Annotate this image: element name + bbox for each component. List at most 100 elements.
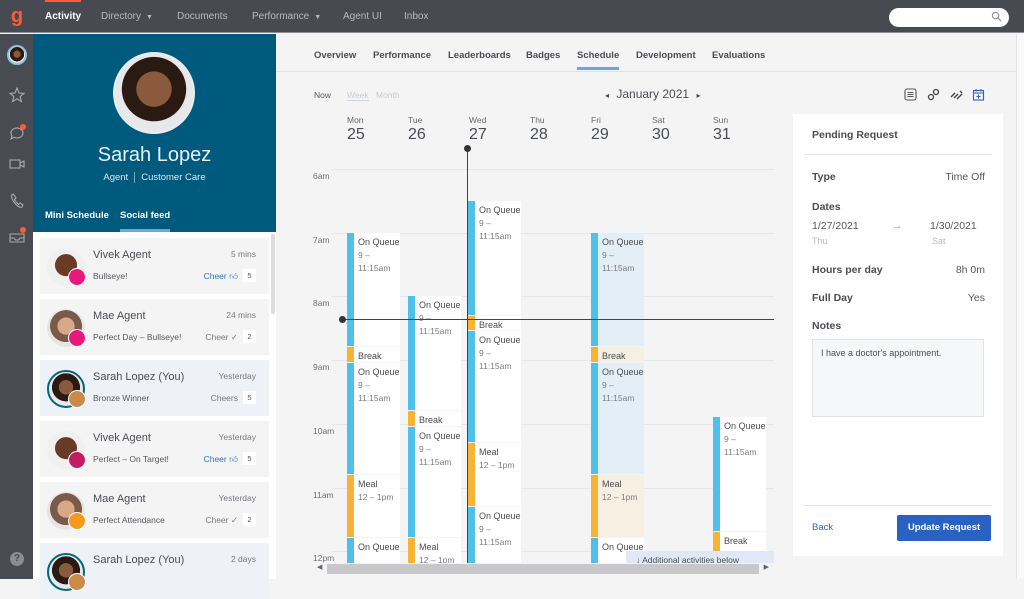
month-view-button[interactable]: Month — [376, 90, 400, 100]
start-day: Thu — [812, 236, 828, 246]
tab-mini-schedule[interactable]: Mini Schedule — [45, 210, 109, 221]
arrow-icon: → — [892, 220, 903, 232]
day-header[interactable]: Sun 31 — [713, 115, 753, 144]
hours-label: Hours per day — [812, 264, 883, 276]
search-input[interactable] — [889, 8, 1009, 27]
hour-label: 10am — [313, 425, 335, 436]
tab-overview[interactable]: Overview — [314, 50, 356, 61]
tab-schedule[interactable]: Schedule — [577, 50, 620, 70]
nav-documents[interactable]: Documents — [177, 0, 228, 33]
notes-field[interactable]: I have a doctor's appointment. — [812, 339, 984, 417]
on-queue-activity[interactable]: On Queue 9 – 11:15am — [408, 296, 461, 411]
on-queue-activity[interactable]: On Queue 9 – 11:15am — [468, 200, 521, 315]
video-icon[interactable] — [8, 155, 26, 173]
cheer-button[interactable]: Cheer 👍︎ — [204, 271, 238, 282]
activity-title: Break — [358, 351, 382, 362]
feed-item[interactable]: Sarah Lopez (You) 2 days — [40, 543, 269, 599]
day-header[interactable]: Fri 29 — [591, 115, 631, 144]
activity-title: On Queue — [479, 335, 521, 346]
meal-activity[interactable]: Meal 12 – 1pm — [347, 474, 400, 538]
on-queue-activity[interactable]: On Queue 9 – 11:15am — [591, 232, 644, 347]
tab-social-feed[interactable]: Social feed — [120, 210, 171, 232]
help-icon[interactable]: ? — [10, 552, 24, 566]
activity-time: 9 – 11:15am — [602, 380, 635, 404]
meal-activity[interactable]: Meal 12 – 1pm — [468, 442, 521, 506]
day-header[interactable]: Thu 28 — [530, 115, 570, 144]
day-header[interactable]: Sat 30 — [652, 115, 692, 144]
cheer-button[interactable]: Cheer 👍︎ — [204, 454, 238, 465]
on-queue-activity[interactable]: On Queue 9 – 11:15am — [347, 363, 400, 474]
nav-label: Documents — [177, 11, 228, 22]
star-icon[interactable] — [8, 86, 26, 104]
activity-color-bar — [347, 538, 354, 565]
month-label: January 2021 — [616, 87, 690, 101]
nav-inbox[interactable]: Inbox — [404, 0, 428, 33]
left-rail: ? — [0, 34, 33, 579]
activity-time: 9 – 11:15am — [419, 443, 452, 467]
genesys-logo[interactable]: g — [8, 5, 26, 27]
day-header[interactable]: Wed 27 — [469, 115, 509, 144]
day-header[interactable]: Tue 26 — [408, 115, 448, 144]
tab-badges[interactable]: Badges — [526, 50, 560, 61]
feed-name: Mae Agent — [93, 493, 146, 505]
cheer-label: Cheer — [203, 271, 227, 281]
prev-month-button[interactable]: ◂ — [605, 91, 609, 100]
back-button[interactable]: Back — [812, 522, 833, 533]
list-icon[interactable] — [904, 88, 917, 101]
nav-agent-ui[interactable]: Agent UI — [343, 0, 382, 33]
feed-item[interactable]: Mae Agent Perfect Attendance Yesterday Chee… — [40, 482, 269, 538]
hour-label: 12pm — [313, 553, 335, 564]
week-view-button[interactable]: Week — [347, 90, 369, 101]
on-queue-activity[interactable]: On Queue 9 – 11:15am — [591, 363, 644, 474]
scroll-left-arrow[interactable]: ◀ — [317, 563, 322, 571]
tab-leaderboards[interactable]: Leaderboards — [448, 50, 511, 61]
break-activity[interactable]: Break — [468, 315, 521, 331]
activity-title: Meal — [419, 542, 439, 553]
on-queue-activity[interactable]: On Queue 9 – 11:15am — [408, 426, 461, 538]
activity-title: On Queue — [479, 510, 521, 521]
day-header[interactable]: Mon 25 — [347, 115, 387, 144]
current-time-marker — [339, 316, 346, 323]
calendar-add-icon[interactable] — [972, 88, 985, 101]
nav-directory[interactable]: Directory ▼ — [101, 0, 153, 33]
cheer-button[interactable]: Cheers — [211, 393, 238, 403]
feed-item[interactable]: Mae Agent Perfect Day – Bullseye! 24 mins C… — [40, 299, 269, 355]
nav-performance[interactable]: Performance ▼ — [252, 0, 321, 33]
now-button[interactable]: Now — [314, 90, 331, 100]
feed-item[interactable]: Vivek Agent Perfect – On Target! Yesterday… — [40, 421, 269, 477]
update-request-button[interactable]: Update Request — [897, 515, 991, 541]
meal-activity[interactable]: Meal 12 – 1pm — [408, 538, 461, 565]
inbox-icon[interactable] — [8, 227, 26, 245]
feed-item[interactable]: Vivek Agent Bullseye! 5 mins Cheer 👍︎ 5 — [40, 238, 269, 294]
on-queue-activity[interactable]: On Queue 9 – 11:15am — [713, 417, 766, 532]
horizontal-scrollbar[interactable]: ◀ ▶ — [312, 563, 774, 575]
on-queue-activity[interactable]: On Queue 9 – 11:15am — [468, 506, 521, 565]
chat-icon[interactable] — [8, 124, 26, 142]
profile-role: Agent Customer Care — [33, 172, 276, 183]
scrollbar-thumb[interactable] — [327, 564, 759, 574]
phone-icon[interactable] — [8, 192, 26, 210]
user-avatar[interactable] — [7, 45, 27, 65]
next-month-button[interactable]: ▸ — [696, 91, 700, 100]
activity-time: 9 – 11:15am — [602, 249, 635, 273]
on-queue-activity[interactable]: On Queue — [347, 538, 400, 565]
nav-activity[interactable]: Activity — [45, 0, 82, 33]
activity-color-bar — [713, 417, 720, 532]
break-activity[interactable]: Break — [408, 411, 461, 426]
break-activity[interactable]: Break — [591, 347, 644, 363]
cheer-button[interactable]: Cheer ✓ — [205, 332, 238, 343]
achievement-badge-icon — [68, 329, 86, 347]
swap-icon[interactable] — [950, 88, 963, 101]
feed-item[interactable]: Sarah Lopez (You) Bronze Winner Yesterday C… — [40, 360, 269, 416]
link-icon[interactable] — [927, 88, 940, 101]
break-activity[interactable]: Break — [347, 347, 400, 363]
cheer-button[interactable]: Cheer ✓ — [205, 515, 238, 526]
meal-activity[interactable]: Meal 12 – 1pm — [591, 474, 644, 538]
on-queue-activity[interactable]: On Queue 9 – 11:15am — [468, 331, 521, 442]
on-queue-activity[interactable]: On Queue 9 – 11:15am — [347, 232, 400, 347]
tab-performance[interactable]: Performance — [373, 50, 431, 61]
scroll-right-arrow[interactable]: ▶ — [764, 563, 769, 571]
feed-scrollbar[interactable] — [271, 234, 275, 314]
tab-evaluations[interactable]: Evaluations — [712, 50, 765, 61]
tab-development[interactable]: Development — [636, 50, 696, 61]
